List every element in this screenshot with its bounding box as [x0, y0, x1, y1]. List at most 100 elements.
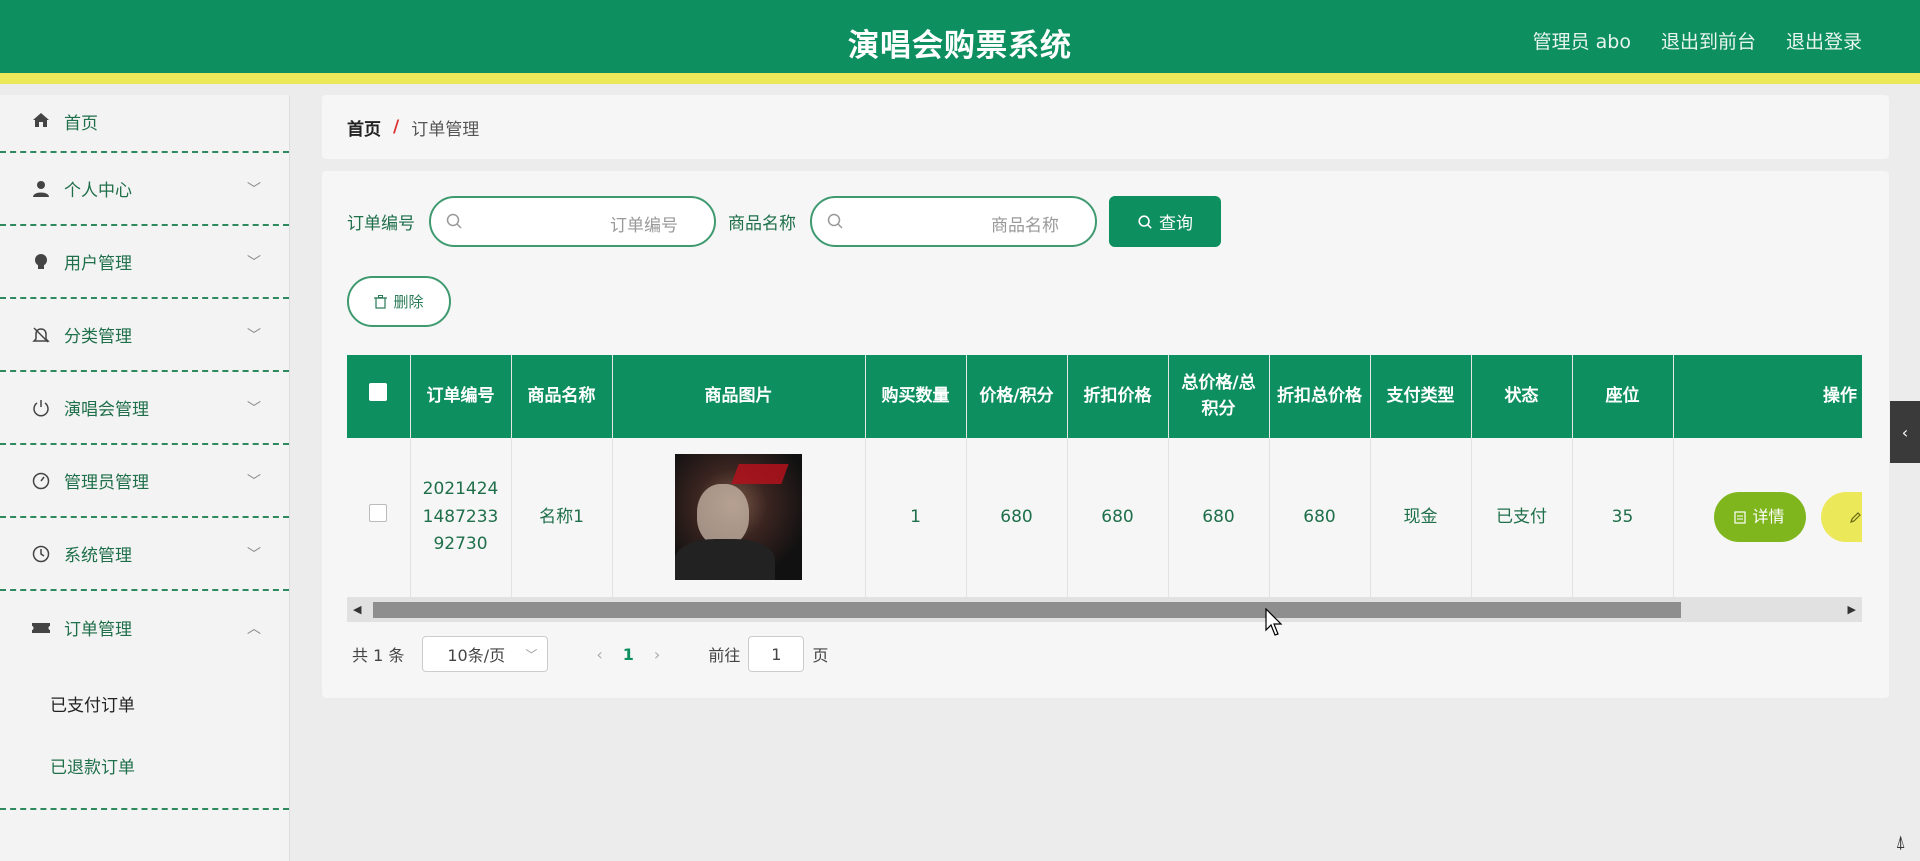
breadcrumb-separator: /	[393, 117, 400, 137]
trash-icon	[374, 294, 388, 309]
orders-table: 订单编号 商品名称 商品图片 购买数量 价格/积分 折扣价格 总价格/总积分 折…	[347, 355, 1862, 614]
sidebar-subitem-refunded-orders[interactable]: 已退款订单	[0, 734, 289, 796]
breadcrumb-home[interactable]: 首页	[347, 115, 381, 140]
page-suffix: 页	[812, 646, 829, 665]
goto-page-value: 1	[771, 644, 782, 664]
gauge-icon	[30, 470, 52, 492]
column-header: 总价格/总积分	[1168, 355, 1270, 438]
sidebar-item-home[interactable]: 首页	[0, 95, 289, 153]
admin-user-label[interactable]: 管理员 abo	[1533, 27, 1631, 54]
product-name-label: 商品名称	[728, 214, 796, 234]
sidebar: 首页 个人中心 ﹀ 用户管理 ﹀ 分类管理 ﹀ 演唱会管理 ﹀ 管理员管理 ﹀	[0, 95, 290, 861]
detail-button-label: 详情	[1752, 507, 1785, 527]
front-page-link[interactable]: 退出到前台	[1661, 27, 1756, 54]
query-button-label: 查询	[1159, 214, 1193, 234]
scroll-right-icon[interactable]: ▶	[1848, 603, 1856, 616]
chevron-down-icon: ﹀	[247, 473, 261, 490]
chevron-down-icon: ﹀	[247, 400, 261, 417]
total-price-cell: 680	[1168, 438, 1270, 598]
goto-label: 前往	[708, 646, 741, 665]
sidebar-item-label: 演唱会管理	[64, 400, 149, 420]
sidebar-item-label: 订单管理	[64, 620, 132, 640]
column-header: 购买数量	[865, 355, 967, 438]
chevron-down-icon: ﹀	[247, 254, 261, 271]
column-header: 订单编号	[410, 355, 512, 438]
order-no-label: 订单编号	[347, 214, 415, 234]
sidebar-item-label: 分类管理	[64, 327, 132, 347]
select-all-checkbox[interactable]	[369, 383, 388, 402]
sidebar-item-personal-center[interactable]: 个人中心 ﹀	[0, 153, 289, 226]
collapse-panel-tab[interactable]: ‹	[1890, 401, 1920, 463]
logout-link[interactable]: 退出登录	[1786, 27, 1862, 54]
sidebar-item-label: 系统管理	[64, 546, 132, 566]
column-header: 座位	[1572, 355, 1674, 438]
chevron-up-icon: ︿	[247, 620, 261, 637]
total-count: 共 1 条	[352, 646, 405, 665]
query-button[interactable]: 查询	[1109, 196, 1221, 247]
sidebar-item-label: 个人中心	[64, 181, 132, 201]
sidebar-item-user-management[interactable]: 用户管理 ﹀	[0, 226, 289, 299]
sidebar-item-label: 首页	[64, 114, 98, 134]
page-size-value: 10条/页	[447, 646, 506, 665]
operations-cell: 详情 修	[1673, 438, 1862, 598]
product-image-cell	[612, 438, 866, 598]
product-image	[675, 454, 802, 581]
search-icon	[1138, 214, 1152, 229]
top-links: 管理员 abo 退出到前台 退出登录	[1533, 27, 1862, 54]
price-cell: 680	[966, 438, 1068, 598]
document-icon	[1734, 511, 1747, 524]
search-icon	[446, 213, 462, 229]
sidebar-item-concert-management[interactable]: 演唱会管理 ﹀	[0, 372, 289, 445]
status-cell: 已支付	[1471, 438, 1573, 598]
discount-total-cell: 680	[1269, 438, 1371, 598]
column-header: 折扣价格	[1067, 355, 1169, 438]
search-icon	[827, 213, 843, 229]
chevron-down-icon: ﹀	[247, 327, 261, 344]
power-icon	[30, 397, 52, 419]
chevron-down-icon: ﹀	[247, 181, 261, 198]
table-row: 2021424 1487233 92730 名称1 1 680 680 680 …	[347, 438, 1862, 598]
top-header: 演唱会购票系统 管理员 abo 退出到前台 退出登录	[0, 0, 1920, 84]
search-row: 订单编号 订单编号 商品名称 商品名称 查询	[347, 196, 1221, 247]
seat-cell: 35	[1572, 438, 1674, 598]
horizontal-scrollbar[interactable]: ◀ ▶	[347, 598, 1862, 622]
ticket-icon	[30, 617, 52, 639]
pay-type-cell: 现金	[1370, 438, 1472, 598]
column-header: 状态	[1471, 355, 1573, 438]
sidebar-item-label: 管理员管理	[64, 473, 149, 493]
page-size-select[interactable]: 10条/页 ﹀	[422, 636, 549, 672]
sidebar-subitem-paid-orders[interactable]: 已支付订单	[0, 672, 289, 734]
quantity-cell: 1	[865, 438, 967, 598]
main-panel: 订单编号 订单编号 商品名称 商品名称 查询 删除 订单编号 商品名称 商品图片…	[322, 171, 1889, 698]
sidebar-item-label: 用户管理	[64, 254, 132, 274]
product-name-placeholder: 商品名称	[991, 216, 1059, 236]
header-accent-bar	[0, 73, 1920, 84]
row-checkbox[interactable]	[369, 503, 388, 522]
scrollbar-thumb[interactable]	[373, 602, 1681, 618]
discount-price-cell: 680	[1067, 438, 1169, 598]
scroll-left-icon[interactable]: ◀	[353, 603, 361, 616]
delete-button[interactable]: 删除	[347, 276, 451, 327]
next-page-icon[interactable]: ›	[654, 645, 660, 664]
product-name-input[interactable]: 商品名称	[810, 196, 1097, 247]
pencil-icon	[1850, 511, 1862, 523]
chevron-down-icon: ﹀	[525, 648, 538, 662]
sidebar-item-order-management[interactable]: 订单管理 ︿	[0, 591, 289, 664]
current-page-number[interactable]: 1	[623, 645, 634, 664]
breadcrumb-current: 订单管理	[411, 119, 480, 140]
accessibility-icon[interactable]: ⍋	[1895, 832, 1906, 853]
bell-off-icon	[30, 324, 52, 346]
order-no-input[interactable]: 订单编号	[429, 196, 716, 247]
breadcrumb: 首页 / 订单管理	[322, 95, 1889, 159]
sidebar-item-system-management[interactable]: 系统管理 ﹀	[0, 518, 289, 591]
order-no-line: 2021424	[422, 479, 499, 500]
column-header: 操作	[1673, 355, 1862, 438]
sidebar-item-category-management[interactable]: 分类管理 ﹀	[0, 299, 289, 372]
edit-button[interactable]: 修	[1820, 492, 1862, 543]
goto-page-input[interactable]: 1	[748, 636, 805, 672]
sidebar-item-admin-management[interactable]: 管理员管理 ﹀	[0, 445, 289, 518]
column-header: 商品图片	[612, 355, 866, 438]
prev-page-icon[interactable]: ‹	[596, 645, 602, 664]
detail-button[interactable]: 详情	[1713, 492, 1806, 543]
lightbulb-icon	[30, 251, 52, 273]
